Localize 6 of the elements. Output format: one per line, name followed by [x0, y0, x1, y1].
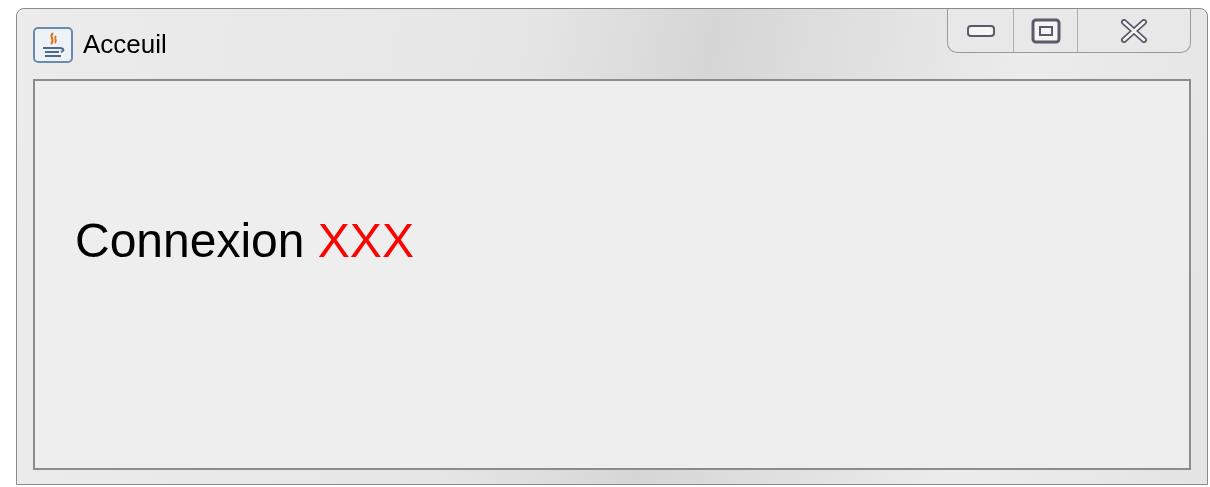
minimize-icon [965, 23, 996, 38]
connection-status-text: Connexion XXX [75, 217, 415, 265]
maximize-icon [1030, 17, 1061, 44]
window-title: Acceuil [83, 28, 167, 61]
close-icon [1120, 18, 1148, 43]
coffee-cup-icon [33, 26, 73, 63]
